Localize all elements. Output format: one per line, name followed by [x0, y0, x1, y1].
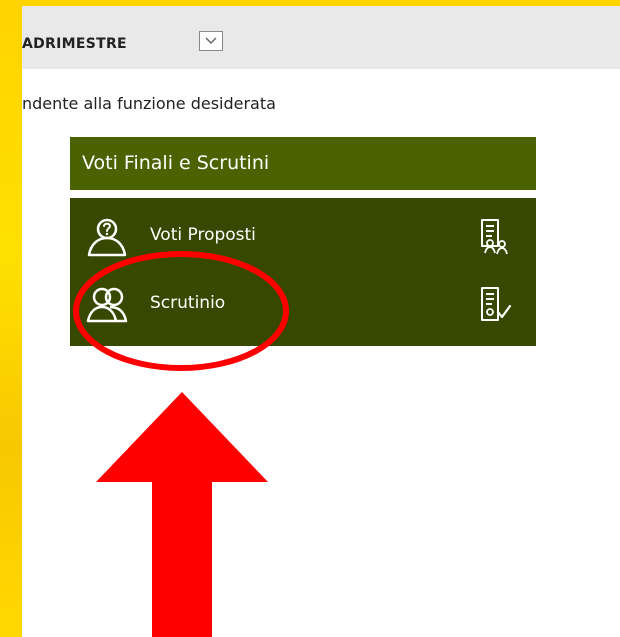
chevron-down-icon: [205, 37, 217, 45]
group-icon: [86, 287, 128, 323]
section-header: Voti Finali e Scrutini: [70, 137, 536, 190]
period-select[interactable]: [199, 31, 223, 51]
annotation-arrow: [96, 392, 268, 637]
menu-item-label: Scrutinio: [150, 293, 226, 313]
document-users-icon: [481, 219, 508, 255]
menu-item-label: Voti Proposti: [150, 225, 256, 245]
instruction-text: ndente alla funzione desiderata: [22, 94, 276, 113]
user-question-icon: [87, 218, 127, 257]
menu-item-scrutinio[interactable]: Scrutinio: [70, 274, 536, 334]
document-check-icon: [481, 287, 512, 321]
yellow-side-border: [0, 0, 22, 637]
menu-item-voti-proposti[interactable]: Voti Proposti: [70, 206, 536, 266]
period-bar: ADRIMESTRE: [22, 6, 620, 69]
period-label: ADRIMESTRE: [22, 36, 127, 52]
menu-panel: Voti Proposti Scrutinio: [70, 198, 536, 346]
